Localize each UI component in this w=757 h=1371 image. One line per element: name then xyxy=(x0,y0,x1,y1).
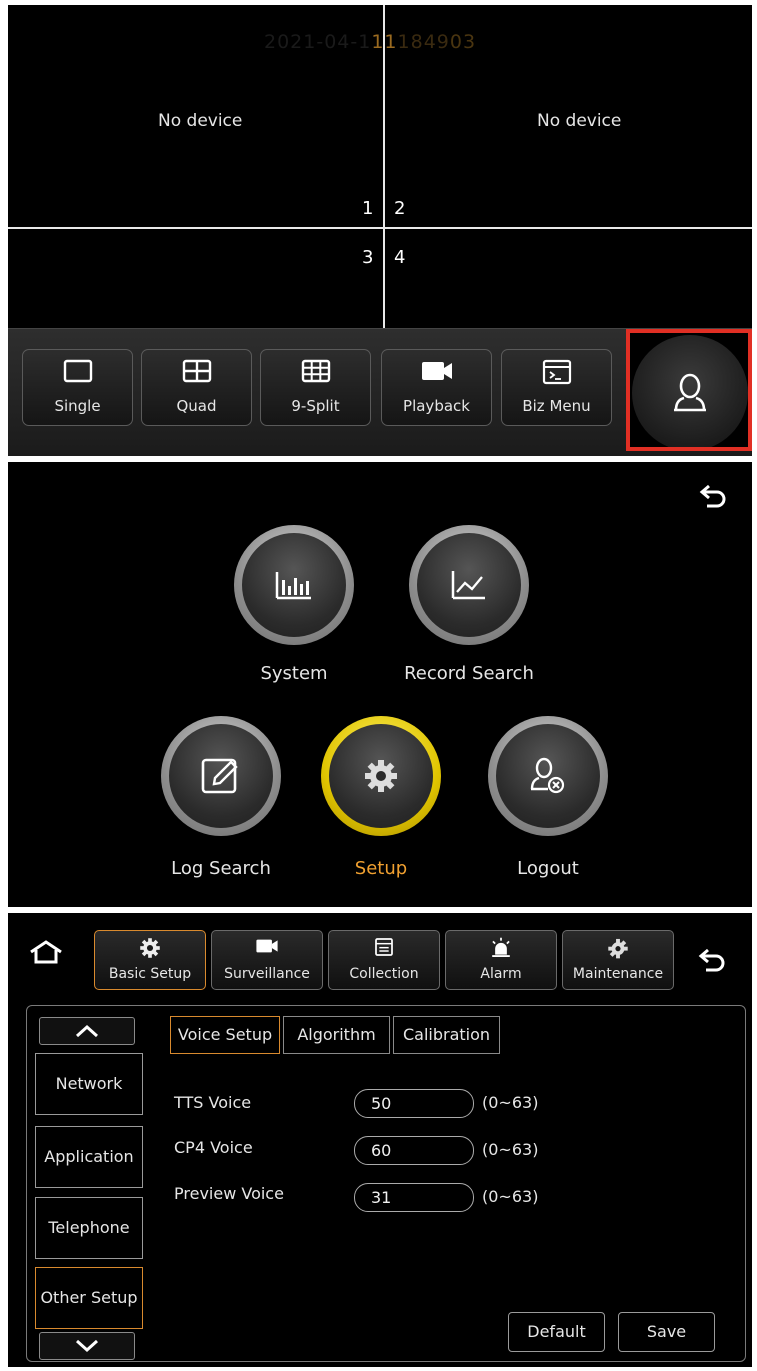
playback-label: Playback xyxy=(403,397,470,415)
nine-split-button[interactable]: 9-Split xyxy=(260,349,371,426)
preview-voice-label: Preview Voice xyxy=(174,1184,284,1203)
live-view-panel: 2021-04-111184903 No device No device 1 … xyxy=(8,5,752,456)
sidebar-item-label: Application xyxy=(44,1147,134,1166)
user-menu-button[interactable] xyxy=(626,329,752,451)
scroll-down-button[interactable] xyxy=(39,1332,135,1360)
line-chart-icon xyxy=(451,571,485,600)
system-label: System xyxy=(260,663,328,684)
video-camera-icon xyxy=(421,362,452,380)
edit-log-icon xyxy=(201,758,238,794)
document-icon xyxy=(375,938,393,956)
tab-alarm-label: Alarm xyxy=(480,966,522,982)
home-icon[interactable] xyxy=(28,939,64,965)
setup-panel: Basic Setup Surveillance Collection Alar… xyxy=(8,913,752,1367)
setup-button[interactable] xyxy=(321,716,441,836)
tab-voice-setup[interactable]: Voice Setup xyxy=(170,1016,280,1054)
chevron-down-icon xyxy=(75,1339,99,1353)
logout-button[interactable] xyxy=(488,716,608,836)
single-view-button[interactable]: Single xyxy=(22,349,133,426)
sidebar-item-label: Network xyxy=(55,1074,123,1093)
tab-maintenance[interactable]: Maintenance xyxy=(562,930,674,990)
gear-icon xyxy=(365,760,397,792)
sidebar-item-other-setup[interactable]: Other Setup xyxy=(35,1267,143,1329)
main-menu-panel: System Record Search Log Search Setup Lo… xyxy=(8,462,752,907)
tab-collection-label: Collection xyxy=(349,966,419,982)
back-icon[interactable] xyxy=(699,482,729,508)
playback-button[interactable]: Playback xyxy=(381,349,492,426)
tts-voice-label: TTS Voice xyxy=(174,1093,252,1112)
nine-split-label: 9-Split xyxy=(291,397,340,415)
single-view-icon xyxy=(63,359,92,383)
cp4-voice-label: CP4 Voice xyxy=(174,1138,253,1157)
sidebar-item-application[interactable]: Application xyxy=(35,1126,143,1188)
channel-4-number: 4 xyxy=(394,247,406,268)
tts-voice-range: (0~63) xyxy=(482,1093,539,1112)
split-divider-vertical xyxy=(383,5,385,328)
channel-1-status: No device xyxy=(158,111,243,131)
quad-view-icon xyxy=(182,359,211,383)
logout-label: Logout xyxy=(517,858,579,879)
cp4-voice-input[interactable]: 60 xyxy=(354,1136,474,1165)
clock-minsec: 1849 xyxy=(397,31,450,53)
logout-user-icon xyxy=(530,757,565,794)
channel-2-number: 2 xyxy=(394,198,406,219)
alarm-siren-icon xyxy=(492,937,510,958)
back-icon[interactable] xyxy=(698,946,728,972)
tts-voice-input[interactable]: 50 xyxy=(354,1089,474,1118)
record-search-label: Record Search xyxy=(404,663,534,684)
tab-basic-setup-label: Basic Setup xyxy=(108,966,192,982)
quad-view-button[interactable]: Quad xyxy=(141,349,252,426)
scroll-up-button[interactable] xyxy=(39,1017,135,1045)
cp4-voice-range: (0~63) xyxy=(482,1140,539,1159)
preview-voice-input[interactable]: 31 xyxy=(354,1183,474,1212)
default-button[interactable]: Default xyxy=(508,1312,605,1352)
clock-date: 2021-04-1 xyxy=(264,31,372,53)
clock-tail: 03 xyxy=(449,31,477,53)
tab-calibration[interactable]: Calibration xyxy=(393,1016,500,1054)
save-button[interactable]: Save xyxy=(618,1312,715,1352)
channel-2-status: No device xyxy=(537,111,622,131)
tab-algorithm[interactable]: Algorithm xyxy=(283,1016,390,1054)
user-button-circle xyxy=(632,335,748,447)
maintenance-gear-icon xyxy=(608,938,628,959)
tab-surveillance[interactable]: Surveillance xyxy=(211,930,323,990)
biz-menu-label: Biz Menu xyxy=(522,397,591,415)
tab-maintenance-label: Maintenance xyxy=(572,966,664,982)
system-button[interactable] xyxy=(234,525,354,645)
tab-collection[interactable]: Collection xyxy=(328,930,440,990)
split-divider-horizontal xyxy=(8,227,752,229)
tab-basic-setup[interactable]: Basic Setup xyxy=(94,930,206,990)
tab-surveillance-label: Surveillance xyxy=(224,966,310,982)
sidebar-item-label: Other Setup xyxy=(40,1288,138,1307)
sidebar-item-network[interactable]: Network xyxy=(35,1053,143,1115)
single-view-label: Single xyxy=(54,397,101,415)
channel-1-number: 1 xyxy=(362,198,374,219)
sidebar-item-label: Telephone xyxy=(48,1218,130,1237)
nine-split-icon xyxy=(301,359,330,383)
quad-view-label: Quad xyxy=(176,397,217,415)
preview-voice-range: (0~63) xyxy=(482,1187,539,1206)
record-search-button[interactable] xyxy=(409,525,529,645)
biz-menu-button[interactable]: Biz Menu xyxy=(501,349,612,426)
channel-3-number: 3 xyxy=(362,247,374,268)
bar-chart-icon xyxy=(275,572,311,600)
clock-overlay: 2021-04-111184903 xyxy=(264,31,476,53)
camera-icon xyxy=(256,939,278,953)
chevron-up-icon xyxy=(75,1024,99,1038)
gear-icon xyxy=(140,938,160,958)
log-search-button[interactable] xyxy=(161,716,281,836)
user-icon xyxy=(674,373,706,412)
tab-alarm[interactable]: Alarm xyxy=(445,930,557,990)
terminal-window-icon xyxy=(542,359,571,385)
sidebar-item-telephone[interactable]: Telephone xyxy=(35,1197,143,1259)
